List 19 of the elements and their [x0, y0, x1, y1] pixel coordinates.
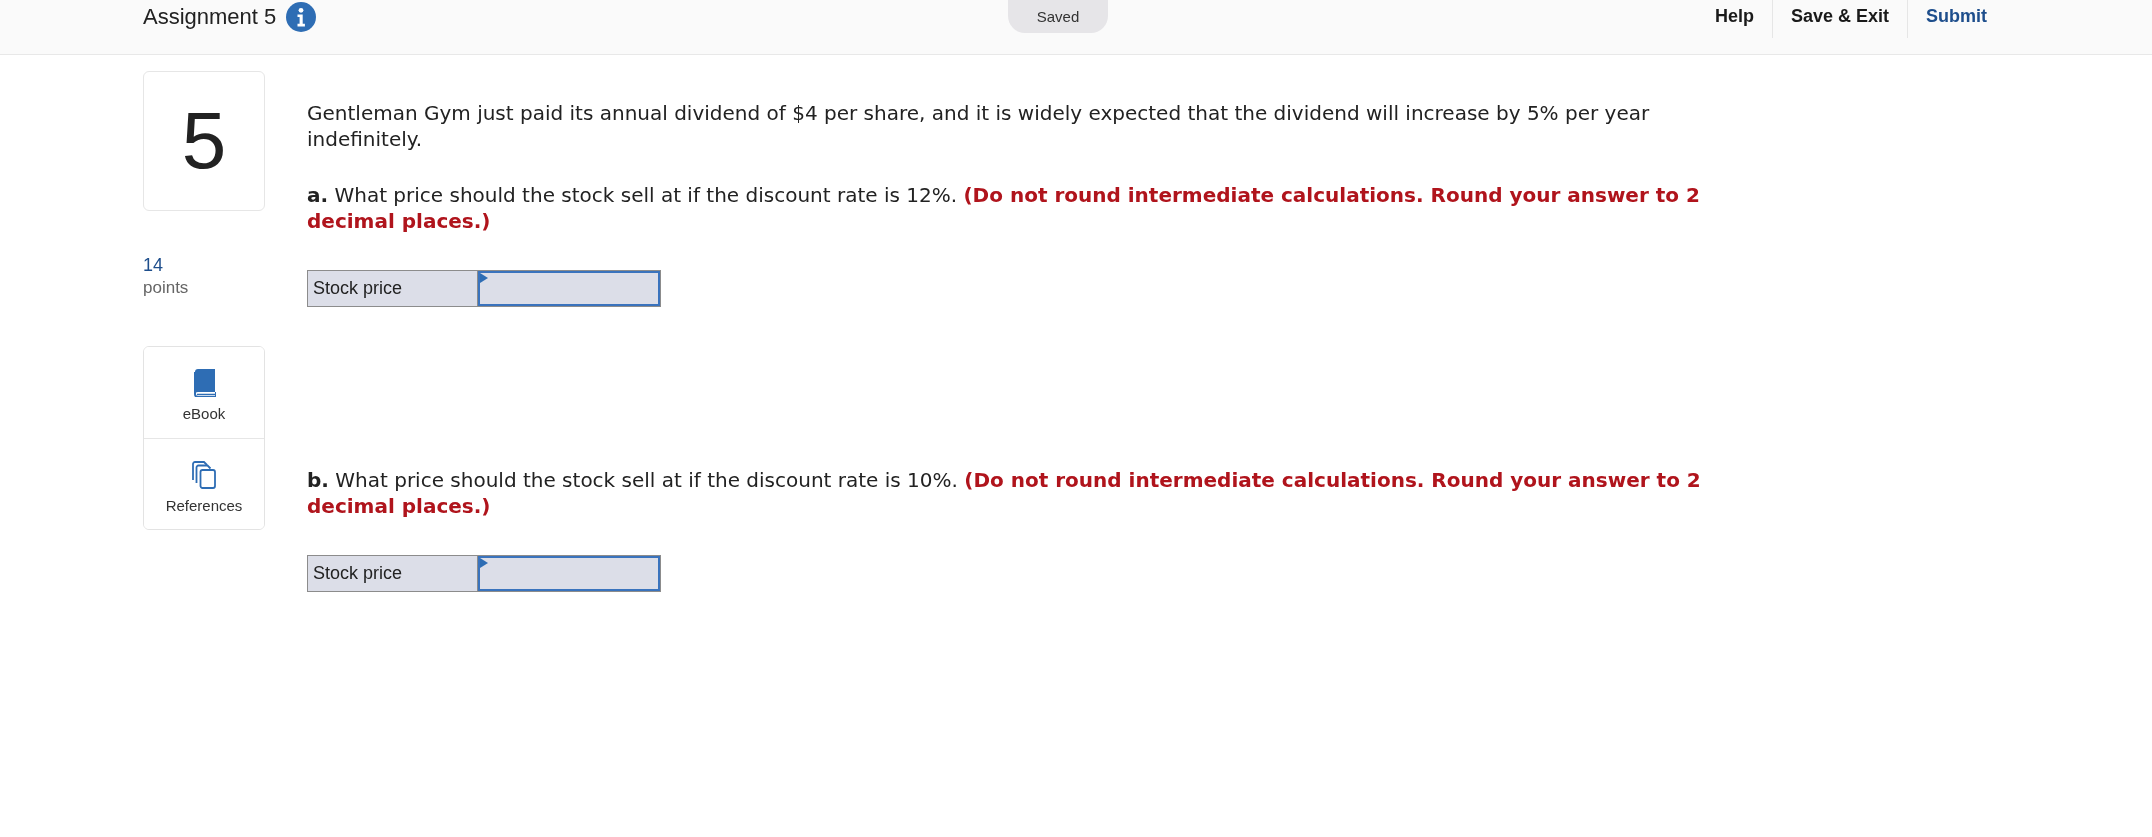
- question-part-text: a. What price should the stock sell at if the discount rate is 12%. (Do not round intermediate calculations. Round your answer to 2 decimal places.): [307, 182, 1701, 234]
- header-link[interactable]: Help: [1696, 0, 1772, 38]
- points-value: 14: [143, 254, 164, 276]
- corner-marker-icon: [480, 273, 488, 283]
- question-number: 5: [181, 101, 227, 181]
- header-link[interactable]: Submit: [1907, 0, 1987, 38]
- stacked-pages-icon: [192, 460, 216, 489]
- answer-input[interactable]: [478, 556, 660, 591]
- question-part-text: b. What price should the stock sell at if the discount rate is 10%. (Do not round intermediate calculations. Round your answer to 2 decimal places.): [307, 467, 1702, 519]
- points-label: points: [143, 277, 189, 299]
- save-status: Saved: [1007, 0, 1109, 33]
- assignment-title: Assignment 5: [143, 3, 277, 30]
- corner-marker-icon: [480, 558, 488, 568]
- question-prompt: Gentleman Gym just paid its annual dividend of $4 per share, and it is widely expected that the dividend will increase by 5% per year indefinitely.: [307, 100, 1651, 152]
- answer-input[interactable]: [478, 271, 660, 306]
- info-icon[interactable]: [286, 1, 317, 32]
- header-link[interactable]: Save & Exit: [1771, 0, 1907, 38]
- book-icon: [192, 369, 216, 397]
- tool-button[interactable]: References: [144, 438, 264, 529]
